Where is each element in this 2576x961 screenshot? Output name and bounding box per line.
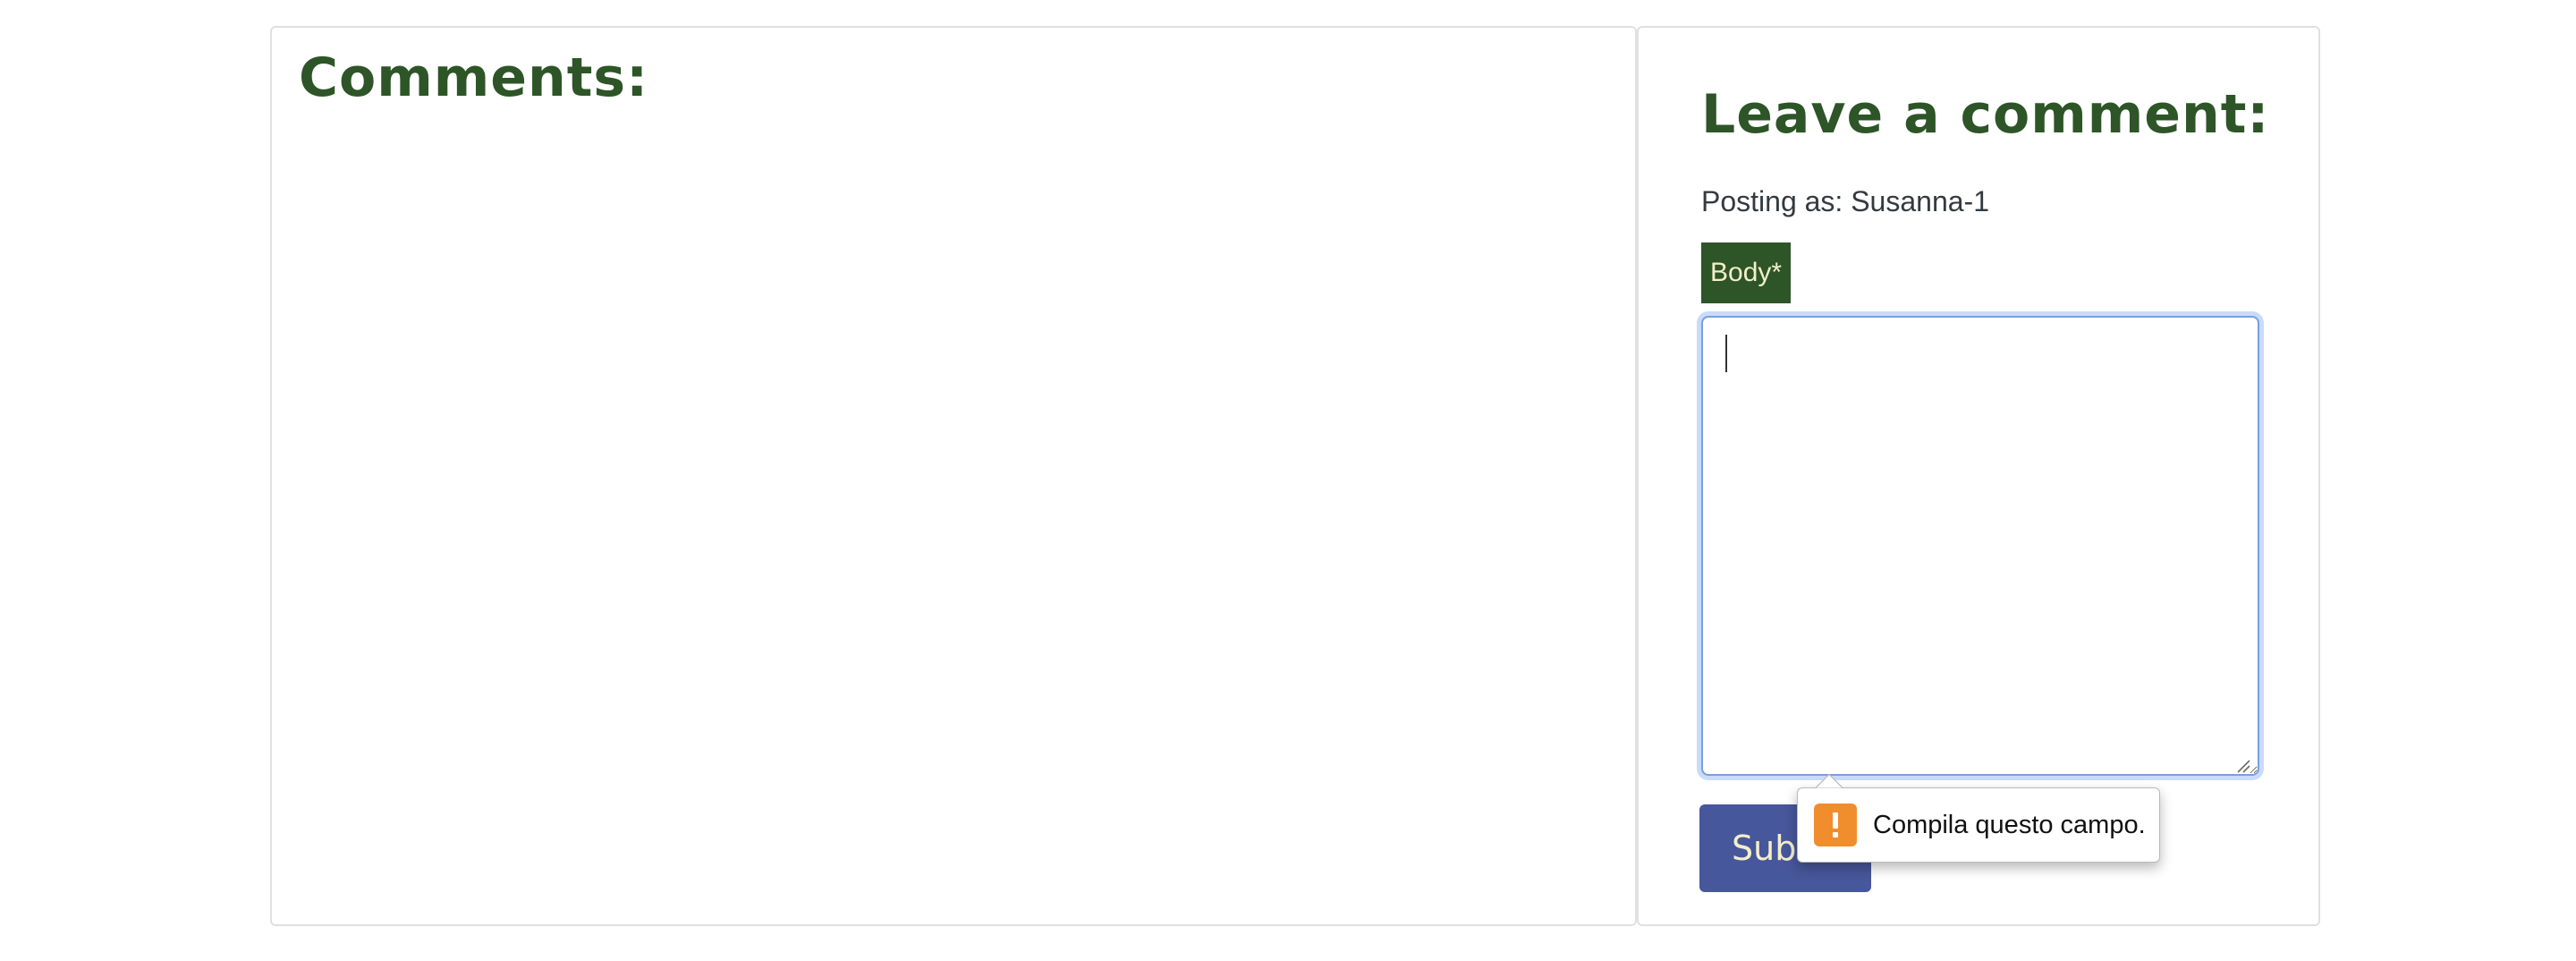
comments-heading: Comments:	[299, 47, 649, 109]
body-label: Body*	[1701, 242, 1792, 303]
text-caret	[1725, 335, 1727, 372]
body-textarea[interactable]	[1701, 316, 2259, 776]
comments-card: Comments:	[270, 26, 1637, 926]
resize-handle-icon[interactable]	[2236, 759, 2250, 773]
validation-message: Compila questo campo.	[1873, 811, 2146, 839]
leave-comment-heading: Leave a comment:	[1701, 83, 2270, 146]
posting-as-text: Posting as: Susanna-1	[1701, 185, 1989, 217]
tooltip-arrow	[1816, 774, 1843, 788]
validation-tooltip: Compila questo campo.	[1797, 787, 2160, 863]
warning-icon	[1814, 804, 1857, 846]
